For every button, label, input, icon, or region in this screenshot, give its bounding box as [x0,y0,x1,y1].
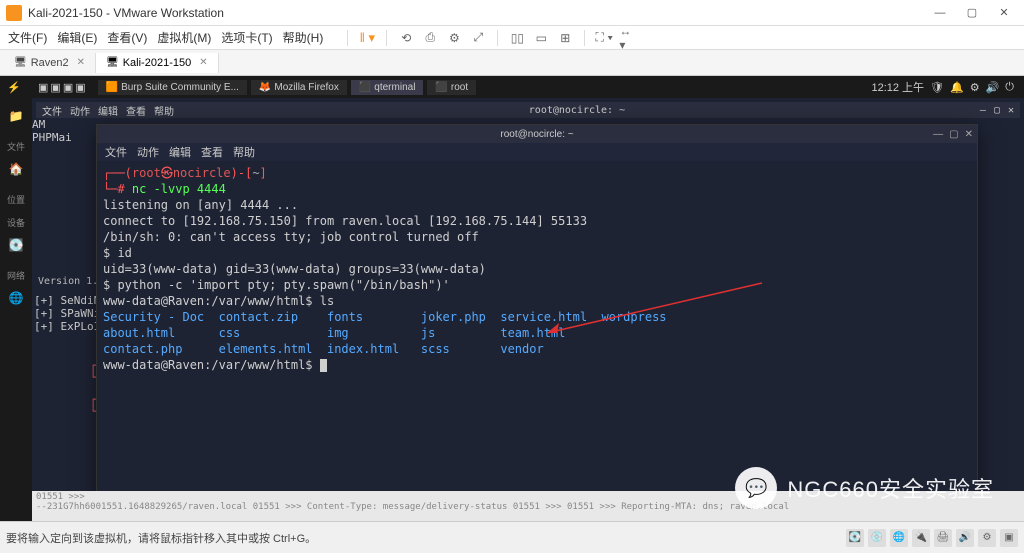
vmware-tabbar: 🖥 Raven2 ✕ 🖥 Kali-2021-150 ✕ [0,50,1024,76]
cursor [320,359,327,372]
max-icon[interactable]: ▢ [994,105,1000,116]
panel-icon[interactable]: ▣ [38,81,48,94]
status-text: 要将输入定向到该虚拟机，请将鼠标指针移入其中或按 Ctrl+G。 [6,530,316,546]
home-icon[interactable]: 🏠 [2,155,30,183]
status-icon[interactable]: 💿 [868,529,886,547]
clock[interactable]: 12:12 上午 [871,79,924,95]
watermark-text: NGC660安全实验室 [787,472,994,504]
menu-file[interactable]: 文件 [105,144,127,160]
min-icon[interactable]: — [933,129,943,140]
status-icon[interactable]: 🔌 [912,529,930,547]
tray-icon[interactable]: ⏻ [1005,81,1014,94]
panel-icon[interactable]: ▣ [75,81,85,94]
snapshot-icon[interactable]: ⟲ [397,29,415,47]
bg-term-title: root@nocircle: ~ [182,105,972,116]
maximize-button[interactable]: ▢ [958,3,986,23]
bg-menu-edit[interactable]: 编辑 [98,103,118,118]
network-icon[interactable]: 🌐 [2,284,30,312]
background-terminal: 文件 动作 编辑 查看 帮助 root@nocircle: ~ — ▢ ✕ [32,98,1024,118]
disk-icon[interactable]: 💽 [2,231,30,259]
fg-term-menubar: 文件 动作 编辑 查看 帮助 [97,143,977,161]
tab-close-icon[interactable]: ✕ [199,57,207,68]
fg-term-title: root@nocircle: ~ [500,129,573,140]
resize-icon[interactable]: ⤢ [469,29,487,47]
kali-menu-icon[interactable]: ⚡ [4,81,24,94]
vmware-menubar: 文件(F) 编辑(E) 查看(V) 虚拟机(M) 选项卡(T) 帮助(H) ‖ … [0,26,1024,50]
tab-label: Raven2 [31,57,69,69]
task-firefox[interactable]: 🦊Mozilla Firefox [251,80,347,95]
bg-menu-action[interactable]: 动作 [70,103,90,118]
menu-tabs[interactable]: 选项卡(T) [221,29,272,46]
screenshot-icon[interactable]: ⎙ [421,29,439,47]
menu-vm[interactable]: 虚拟机(M) [157,29,211,46]
tab-raven2[interactable]: 🖥 Raven2 ✕ [4,53,96,73]
tab-close-icon[interactable]: ✕ [77,57,85,68]
tool-icon[interactable]: ⚙ [445,29,463,47]
kali-left-panel: 📁 文件 🏠 位置 设备 💽 网络 🌐 [0,98,32,521]
status-icon[interactable]: 💽 [846,529,864,547]
menu-help[interactable]: 帮助(H) [283,29,324,46]
menu-view[interactable]: 查看 [201,144,223,160]
layout1-icon[interactable]: ▯▯ [508,29,526,47]
terminal-content[interactable]: ┌──(root㉿nocircle)-[~] └─# nc -lvvp 4444… [97,161,977,377]
bg-menu-help[interactable]: 帮助 [154,103,174,118]
wechat-icon: 💬 [735,467,777,509]
version-label: Version 1.0 [38,276,104,287]
tab-kali[interactable]: 🖥 Kali-2021-150 ✕ [96,53,219,73]
layout2-icon[interactable]: ▭ [532,29,550,47]
status-icon[interactable]: 🖨 [934,529,952,547]
close-button[interactable]: ✕ [990,3,1018,23]
minimize-button[interactable]: — [926,3,954,23]
menu-help[interactable]: 帮助 [233,144,255,160]
bg-menu-view[interactable]: 查看 [126,103,146,118]
menu-action[interactable]: 动作 [137,144,159,160]
max-icon[interactable]: ▢ [949,129,958,140]
min-icon[interactable]: — [980,105,986,116]
status-icon[interactable]: 🌐 [890,529,908,547]
tab-label: Kali-2021-150 [123,57,192,69]
kali-top-panel: ⚡ ▣ ▣ ▣ ▣ 🟧Burp Suite Community E... 🦊Mo… [0,76,1024,98]
menu-edit[interactable]: 编辑(E) [57,29,97,46]
task-burp[interactable]: 🟧Burp Suite Community E... [98,80,247,95]
menu-file[interactable]: 文件(F) [8,29,47,46]
status-icon[interactable]: ▣ [1000,529,1018,547]
fg-term-titlebar[interactable]: root@nocircle: ~ — ▢ ✕ [97,125,977,143]
task-root[interactable]: ⬛root [427,80,476,95]
bg-menu-file[interactable]: 文件 [42,103,62,118]
panel-icon[interactable]: ▣ [63,81,73,94]
vm-icon: 🖥 [14,57,27,68]
status-icon[interactable]: ⚙ [978,529,996,547]
tray-icon[interactable]: ⚙ [970,81,980,94]
tray-icon[interactable]: 🔔 [950,81,964,94]
files-icon[interactable]: 📁 [2,102,30,130]
guest-desktop[interactable]: ⚡ ▣ ▣ ▣ ▣ 🟧Burp Suite Community E... 🦊Mo… [0,76,1024,521]
watermark: 💬 NGC660安全实验室 [735,467,994,509]
vm-icon: 🖥 [106,57,119,68]
unity-icon[interactable]: ↔ ▾ [619,29,637,47]
vmware-statusbar: 要将输入定向到该虚拟机，请将鼠标指针移入其中或按 Ctrl+G。 💽 💿 🌐 🔌… [0,521,1024,553]
menu-edit[interactable]: 编辑 [169,144,191,160]
window-title: Kali-2021-150 - VMware Workstation [28,6,926,20]
vmware-titlebar: Kali-2021-150 - VMware Workstation — ▢ ✕ [0,0,1024,26]
close-icon[interactable]: ✕ [965,129,973,140]
tray-icon[interactable]: 🔊 [986,81,1000,94]
status-icon[interactable]: 🔊 [956,529,974,547]
task-qterminal[interactable]: ⬛qterminal [351,80,424,95]
tray-icon[interactable]: 🛡 [930,81,944,94]
menu-view[interactable]: 查看(V) [107,29,147,46]
fullscreen-icon[interactable]: ⛶ ▾ [595,29,613,47]
layout3-icon[interactable]: ⊞ [556,29,574,47]
pause-icon[interactable]: ‖ ▾ [358,29,376,47]
vmware-logo-icon [6,5,22,21]
foreground-terminal[interactable]: root@nocircle: ~ — ▢ ✕ 文件 动作 编辑 查看 帮助 ┌─… [96,124,978,502]
panel-icon[interactable]: ▣ [50,81,60,94]
close-icon[interactable]: ✕ [1008,105,1014,116]
